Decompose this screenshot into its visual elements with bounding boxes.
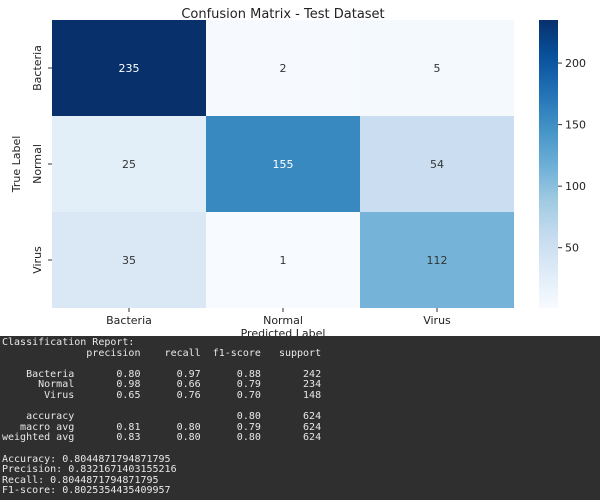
colorbar-tick-label: 200 [565,57,586,70]
x-axis-label: Predicted Label [241,327,326,336]
confusion-matrix-chart: Confusion Matrix - Test Dataset 235 2 5 25 15… [0,0,600,336]
report-line [2,444,600,455]
heatmap-svg: Confusion Matrix - Test Dataset235 2 525 15… [10,7,586,336]
cell-value-label: 155 [273,158,294,171]
y-axis-label: True Label [10,136,23,194]
cell-value-label: 5 [434,62,441,75]
x-tick-label: Normal [263,314,303,327]
colorbar-tick-label: 100 [565,180,586,193]
cell-value-label: 35 [122,254,136,267]
colorbar [539,20,558,308]
cell-value-label: 235 [119,62,140,75]
x-tick-label: Virus [423,314,451,327]
chart-title: Confusion Matrix - Test Dataset [181,7,384,22]
cell-value-label: 112 [427,254,448,267]
y-tick-label: Virus [31,246,44,274]
report-line: Classification Report: [2,337,135,348]
cell-value-label: 25 [122,158,136,171]
y-tick-label: Bacteria [31,45,44,91]
report-line: precision recall f1-score support [2,347,322,359]
cell-value-label: 2 [280,62,287,75]
colorbar-tick-label: 150 [565,119,586,132]
cell-value-label: 54 [430,158,444,171]
report-line: Virus 0.65 0.76 0.70 148 [2,389,322,401]
colorbar-tick-label: 50 [565,242,579,255]
cell-value-label: 1 [280,254,287,267]
x-tick-label: Bacteria [106,314,152,327]
y-tick-label: Normal [31,144,44,184]
classification-report-console: Classification Report: precision recall … [0,336,600,500]
report-line: F1-score: 0.8025354435409957 [2,485,171,497]
report-line: weighted avg 0.83 0.80 0.80 624 [2,432,322,444]
